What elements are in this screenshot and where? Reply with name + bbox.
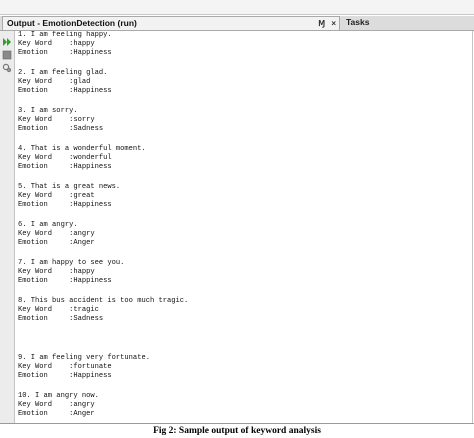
output-keyword: Key Word :sorry <box>18 116 95 124</box>
output-keyword: Key Word :fortunate <box>18 363 112 371</box>
minimize-icon[interactable]: Ɱ <box>318 19 325 28</box>
stop-icon[interactable] <box>2 47 12 60</box>
output-keyword: Key Word :glad <box>18 78 91 86</box>
output-keyword: Key Word :wonderful <box>18 154 112 162</box>
output-tab-bar: Output - EmotionDetection (run) Ɱ × Task… <box>0 16 474 31</box>
output-emotion: Emotion :Happiness <box>18 277 112 285</box>
output-sentence: 5. That is a great news. <box>18 183 121 191</box>
output-toolbar <box>0 31 15 423</box>
output-emotion: Emotion :Sadness <box>18 125 104 133</box>
output-tab-title: Output - EmotionDetection (run) <box>7 18 137 28</box>
output-emotion: Emotion :Anger <box>18 239 95 247</box>
output-emotion: Emotion :Happiness <box>18 87 112 95</box>
output-console[interactable]: 1. I am feeling happy. Key Word :happy E… <box>16 31 473 423</box>
output-keyword: Key Word :tragic <box>18 306 99 314</box>
output-sentence: 9. I am feeling very fortunate. <box>18 354 150 362</box>
tab-output[interactable]: Output - EmotionDetection (run) Ɱ × <box>2 16 340 30</box>
settings-icon[interactable] <box>2 60 12 73</box>
tab-tasks[interactable]: Tasks <box>342 16 369 30</box>
output-emotion: Emotion :Happiness <box>18 201 112 209</box>
output-sentence: 1. I am feeling happy. <box>18 31 112 39</box>
output-emotion: Emotion :Anger <box>18 410 95 418</box>
tab-controls: Ɱ × <box>314 17 336 30</box>
output-sentence: 10. I am angry now. <box>18 392 99 400</box>
output-keyword: Key Word :angry <box>18 401 95 409</box>
output-sentence: 4. That is a wonderful moment. <box>18 145 146 153</box>
output-emotion: Emotion :Happiness <box>18 163 112 171</box>
output-sentence: 2. I am feeling glad. <box>18 69 108 77</box>
output-keyword: Key Word :happy <box>18 40 95 48</box>
output-keyword: Key Word :great <box>18 192 95 200</box>
output-sentence: 8. This bus accident is too much tragic. <box>18 297 189 305</box>
output-emotion: Emotion :Happiness <box>18 372 112 380</box>
output-sentence: 7. I am happy to see you. <box>18 259 125 267</box>
output-keyword: Key Word :happy <box>18 268 95 276</box>
output-emotion: Emotion :Sadness <box>18 315 104 323</box>
output-sentence: 6. I am angry. <box>18 221 78 229</box>
output-keyword: Key Word :angry <box>18 230 95 238</box>
output-sentence: 3. I am sorry. <box>18 107 78 115</box>
output-emotion: Emotion :Happiness <box>18 49 112 57</box>
background-editor-strip <box>0 0 474 15</box>
close-icon[interactable]: × <box>331 19 336 28</box>
figure-caption: Fig 2: Sample output of keyword analysis <box>153 426 321 436</box>
divider <box>0 423 474 424</box>
rerun-icon[interactable] <box>2 34 12 46</box>
